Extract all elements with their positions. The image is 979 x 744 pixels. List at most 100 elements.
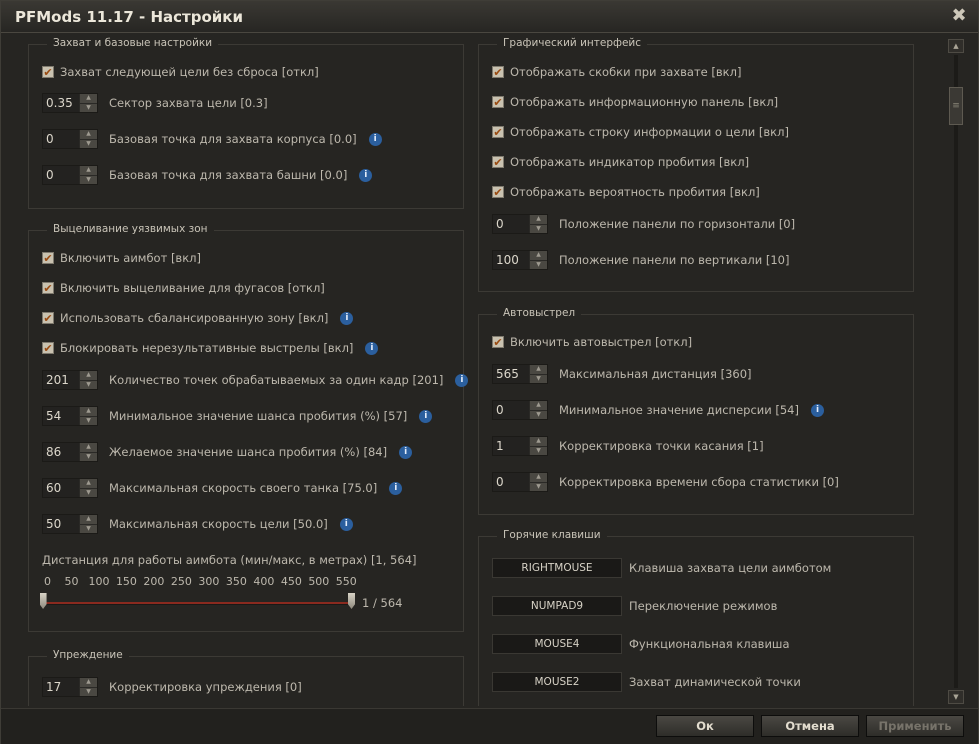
info-icon[interactable]: i bbox=[455, 373, 469, 387]
row-capture-0[interactable]: ✔ Захват следующей цели без сброса [откл… bbox=[42, 61, 319, 83]
stepper-value[interactable]: 100 bbox=[493, 251, 529, 269]
arrow-up-icon[interactable]: ▲ bbox=[530, 437, 547, 447]
arrow-up-icon[interactable]: ▲ bbox=[530, 365, 547, 375]
number-stepper[interactable]: 54 ▲ ▼ bbox=[42, 406, 98, 426]
close-icon[interactable]: ✖ bbox=[947, 4, 971, 28]
scrollbar[interactable]: ▲ ≡ ▼ bbox=[948, 39, 966, 705]
arrow-up-icon[interactable]: ▲ bbox=[80, 479, 97, 489]
number-stepper[interactable]: 0 ▲ ▼ bbox=[492, 214, 548, 234]
checkbox[interactable]: ✔ bbox=[492, 126, 504, 138]
number-stepper[interactable]: 0 ▲ ▼ bbox=[492, 472, 548, 492]
checkbox[interactable]: ✔ bbox=[42, 66, 54, 78]
arrow-down-icon[interactable]: ▼ bbox=[80, 381, 97, 390]
arrow-down-icon[interactable]: ▼ bbox=[530, 375, 547, 384]
cancel-button[interactable]: Отмена bbox=[761, 715, 859, 737]
checkbox[interactable]: ✔ bbox=[42, 252, 54, 264]
arrow-up-icon[interactable]: ▲ bbox=[530, 215, 547, 225]
hotkey-button[interactable]: MOUSE2 bbox=[492, 672, 622, 692]
arrow-up-icon[interactable]: ▲ bbox=[530, 251, 547, 261]
arrow-up-icon[interactable]: ▲ bbox=[80, 515, 97, 525]
hotkey-button[interactable]: MOUSE4 bbox=[492, 634, 622, 654]
info-icon[interactable]: i bbox=[399, 445, 413, 459]
ok-button[interactable]: Ок bbox=[656, 715, 754, 737]
arrow-up-icon[interactable]: ▲ bbox=[80, 371, 97, 381]
checkbox[interactable]: ✔ bbox=[42, 312, 54, 324]
number-stepper[interactable]: 60 ▲ ▼ bbox=[42, 478, 98, 498]
number-stepper[interactable]: 1 ▲ ▼ bbox=[492, 436, 548, 456]
row-gui-2[interactable]: ✔ Отображать строку информации о цели [в… bbox=[492, 121, 789, 143]
row-gui-4[interactable]: ✔ Отображать вероятность пробития [вкл] bbox=[492, 181, 760, 203]
stepper-value[interactable]: 0 bbox=[493, 473, 529, 491]
stepper-value[interactable]: 0.35 bbox=[43, 94, 79, 112]
arrow-down-icon[interactable]: ▼ bbox=[530, 225, 547, 234]
checkbox[interactable]: ✔ bbox=[492, 66, 504, 78]
checkbox[interactable]: ✔ bbox=[42, 342, 54, 354]
stepper-value[interactable]: 201 bbox=[43, 371, 79, 389]
scroll-up-icon[interactable]: ▲ bbox=[948, 39, 964, 53]
info-icon[interactable]: i bbox=[368, 132, 382, 146]
stepper-value[interactable]: 0 bbox=[493, 215, 529, 233]
number-stepper[interactable]: 201 ▲ ▼ bbox=[42, 370, 98, 390]
row-aim-0[interactable]: ✔ Включить аимбот [вкл] bbox=[42, 247, 201, 269]
stepper-value[interactable]: 1 bbox=[493, 437, 529, 455]
number-stepper[interactable]: 100 ▲ ▼ bbox=[492, 250, 548, 270]
stepper-value[interactable]: 60 bbox=[43, 479, 79, 497]
range-min-handle[interactable] bbox=[39, 593, 47, 609]
stepper-value[interactable]: 86 bbox=[43, 443, 79, 461]
number-stepper[interactable]: 0 ▲ ▼ bbox=[42, 165, 98, 185]
arrow-down-icon[interactable]: ▼ bbox=[80, 525, 97, 534]
arrow-down-icon[interactable]: ▼ bbox=[80, 104, 97, 113]
info-icon[interactable]: i bbox=[340, 311, 354, 325]
row-aim-3[interactable]: ✔ Блокировать нерезультативные выстрелы … bbox=[42, 337, 379, 359]
arrow-up-icon[interactable]: ▲ bbox=[80, 130, 97, 140]
arrow-up-icon[interactable]: ▲ bbox=[530, 473, 547, 483]
number-stepper[interactable]: 86 ▲ ▼ bbox=[42, 442, 98, 462]
scroll-down-icon[interactable]: ▼ bbox=[948, 690, 964, 704]
arrow-down-icon[interactable]: ▼ bbox=[530, 261, 547, 270]
apply-button[interactable]: Применить bbox=[866, 715, 964, 737]
info-icon[interactable]: i bbox=[810, 403, 824, 417]
number-stepper[interactable]: 0 ▲ ▼ bbox=[492, 400, 548, 420]
arrow-down-icon[interactable]: ▼ bbox=[80, 489, 97, 498]
row-aim-2[interactable]: ✔ Использовать сбалансированную зону [вк… bbox=[42, 307, 354, 329]
arrow-down-icon[interactable]: ▼ bbox=[80, 688, 97, 697]
arrow-up-icon[interactable]: ▲ bbox=[80, 166, 97, 176]
hotkey-button[interactable]: NUMPAD9 bbox=[492, 596, 622, 616]
stepper-value[interactable]: 0 bbox=[493, 401, 529, 419]
arrow-down-icon[interactable]: ▼ bbox=[530, 447, 547, 456]
checkbox[interactable]: ✔ bbox=[42, 282, 54, 294]
arrow-down-icon[interactable]: ▼ bbox=[80, 140, 97, 149]
number-stepper[interactable]: 0 ▲ ▼ bbox=[42, 129, 98, 149]
arrow-down-icon[interactable]: ▼ bbox=[80, 417, 97, 426]
stepper-value[interactable]: 50 bbox=[43, 515, 79, 533]
row-gui-1[interactable]: ✔ Отображать информационную панель [вкл] bbox=[492, 91, 778, 113]
arrow-down-icon[interactable]: ▼ bbox=[80, 453, 97, 462]
number-stepper[interactable]: 0.35 ▲ ▼ bbox=[42, 93, 98, 113]
number-stepper[interactable]: 50 ▲ ▼ bbox=[42, 514, 98, 534]
checkbox[interactable]: ✔ bbox=[492, 156, 504, 168]
row-aim-1[interactable]: ✔ Включить выцеливание для фугасов [откл… bbox=[42, 277, 325, 299]
row-gui-0[interactable]: ✔ Отображать скобки при захвате [вкл] bbox=[492, 61, 741, 83]
arrow-up-icon[interactable]: ▲ bbox=[80, 407, 97, 417]
arrow-up-icon[interactable]: ▲ bbox=[530, 401, 547, 411]
checkbox[interactable]: ✔ bbox=[492, 336, 504, 348]
arrow-up-icon[interactable]: ▲ bbox=[80, 678, 97, 688]
arrow-up-icon[interactable]: ▲ bbox=[80, 443, 97, 453]
scroll-track[interactable] bbox=[954, 55, 958, 688]
range-max-handle[interactable] bbox=[348, 593, 355, 609]
row-gui-3[interactable]: ✔ Отображать индикатор пробития [вкл] bbox=[492, 151, 749, 173]
number-stepper[interactable]: 565 ▲ ▼ bbox=[492, 364, 548, 384]
stepper-value[interactable]: 17 bbox=[43, 678, 79, 696]
info-icon[interactable]: i bbox=[389, 481, 403, 495]
stepper-value[interactable]: 54 bbox=[43, 407, 79, 425]
arrow-down-icon[interactable]: ▼ bbox=[530, 411, 547, 420]
stepper-value[interactable]: 565 bbox=[493, 365, 529, 383]
hotkey-button[interactable]: RIGHTMOUSE bbox=[492, 558, 622, 578]
arrow-down-icon[interactable]: ▼ bbox=[80, 176, 97, 185]
stepper-value[interactable]: 0 bbox=[43, 130, 79, 148]
info-icon[interactable]: i bbox=[419, 409, 433, 423]
number-stepper[interactable]: 17 ▲ ▼ bbox=[42, 677, 98, 697]
row-autofire-0[interactable]: ✔ Включить автовыстрел [откл] bbox=[492, 331, 692, 353]
range-track[interactable] bbox=[39, 593, 355, 609]
arrow-up-icon[interactable]: ▲ bbox=[80, 94, 97, 104]
